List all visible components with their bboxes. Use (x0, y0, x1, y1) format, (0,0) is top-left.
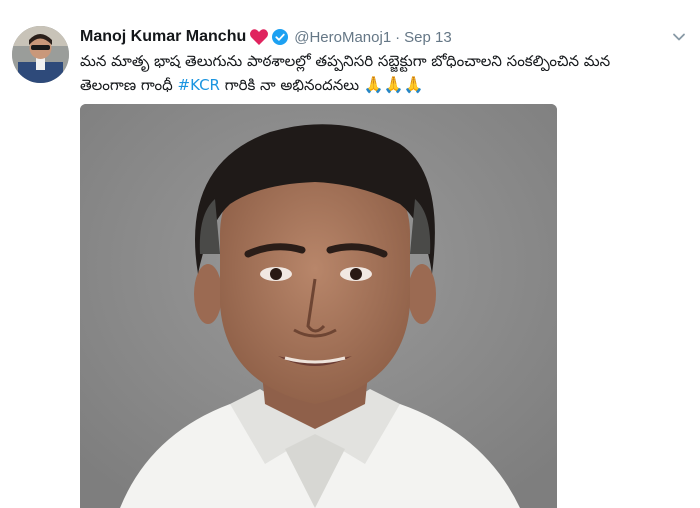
tweet-header: Manoj Kumar Manchu @HeroManoj1 · Sep 13 (80, 26, 452, 48)
heart-icon (249, 27, 269, 47)
tweet-date[interactable]: Sep 13 (404, 29, 452, 46)
hashtag-link[interactable]: #KCR (178, 76, 220, 94)
author-handle[interactable]: @HeroManoj1 (294, 29, 391, 46)
folded-hands-emoji: 🙏🙏🙏 (363, 75, 424, 94)
avatar[interactable] (12, 26, 69, 83)
tweet-text: మన మాతృ భాష తెలుగును పాఠశాలల్లో తప్పనిసర… (80, 49, 680, 97)
avatar-image (12, 26, 69, 83)
verified-badge-icon (272, 29, 289, 45)
chevron-down-icon[interactable] (672, 29, 686, 43)
tweet-text-line-1: మన మాతృ భాష తెలుగును పాఠశాలల్లో తప్పనిసర… (80, 52, 611, 70)
author-name[interactable]: Manoj Kumar Manchu (80, 28, 246, 46)
separator-dot: · (395, 28, 401, 46)
tweet-text-line-2: తెలంగాణ గాంధీ #KCR గారికి నా అభినందనలు 🙏… (80, 73, 680, 97)
tweet-photo[interactable] (80, 104, 557, 508)
portrait-photo (80, 104, 557, 508)
tweet-text-segment: తెలంగాణ గాంధీ (80, 76, 178, 94)
tweet-card: Manoj Kumar Manchu @HeroManoj1 · Sep 13 … (0, 0, 700, 508)
tweet-text-segment: గారికి నా అభినందనలు (219, 76, 364, 94)
